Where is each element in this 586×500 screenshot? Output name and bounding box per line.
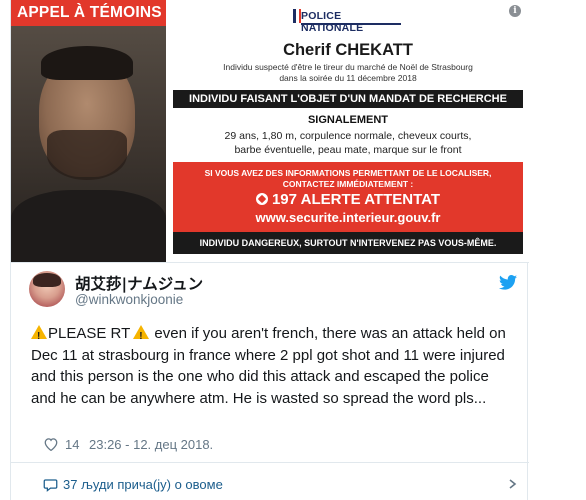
suspect-description: Individu suspecté d'être le tireur du ma… [223,62,473,83]
mandat-banner: INDIVIDU FAISANT L'OBJET D'UN MANDAT DE … [173,90,523,108]
reply-bubble-icon[interactable] [43,478,58,492]
twitter-bird-icon[interactable] [499,275,517,290]
suspect-name: Cherif CHEKATT [283,41,413,59]
website: www.securite.interieur.gouv.fr [255,210,441,225]
info-icon[interactable]: i [509,5,521,17]
conversation-link[interactable]: 37 људи прича(ју) о овоме [63,477,223,492]
timestamp[interactable]: 23:26 - 12. дец 2018. [89,437,213,452]
heart-icon[interactable] [43,437,59,451]
attached-image[interactable]: APPEL À TÉMOINS POLICE NATIONALE i Cheri… [11,0,529,262]
user-handle[interactable]: @winkwonkjoonie [75,292,183,307]
signalement-title: SIGNALEMENT [307,114,389,126]
appel-banner: APPEL À TÉMOINS [11,0,166,26]
contact-box: SI VOUS AVEZ DES INFORMATIONS PERMETTANT… [173,162,523,232]
phone-icon [255,193,268,205]
chevron-right-icon[interactable] [507,479,519,489]
tweet-card: APPEL À TÉMOINS POLICE NATIONALE i Cheri… [10,0,529,500]
signalement-body: 29 ans, 1,80 m, corpulence normale, chev… [224,130,472,156]
avatar[interactable] [29,271,65,307]
tweet-text: PLEASE RT even if you aren't french, the… [31,323,511,409]
divider [11,262,529,263]
police-logo: POLICE NATIONALE [293,7,401,34]
display-name[interactable]: 胡艾莏|ナムジュン [75,272,203,294]
suspect-photo [11,0,166,262]
logo-text: POLICE NATIONALE [301,10,364,34]
warning-icon [31,325,47,348]
alert-number: 197 ALERTE ATTENTAT [271,191,441,208]
danger-banner: INDIVIDU DANGEREUX, SURTOUT N'INTERVENEZ… [173,232,523,254]
divider [11,462,529,463]
warning-icon [133,325,150,348]
like-count[interactable]: 14 [65,437,79,452]
